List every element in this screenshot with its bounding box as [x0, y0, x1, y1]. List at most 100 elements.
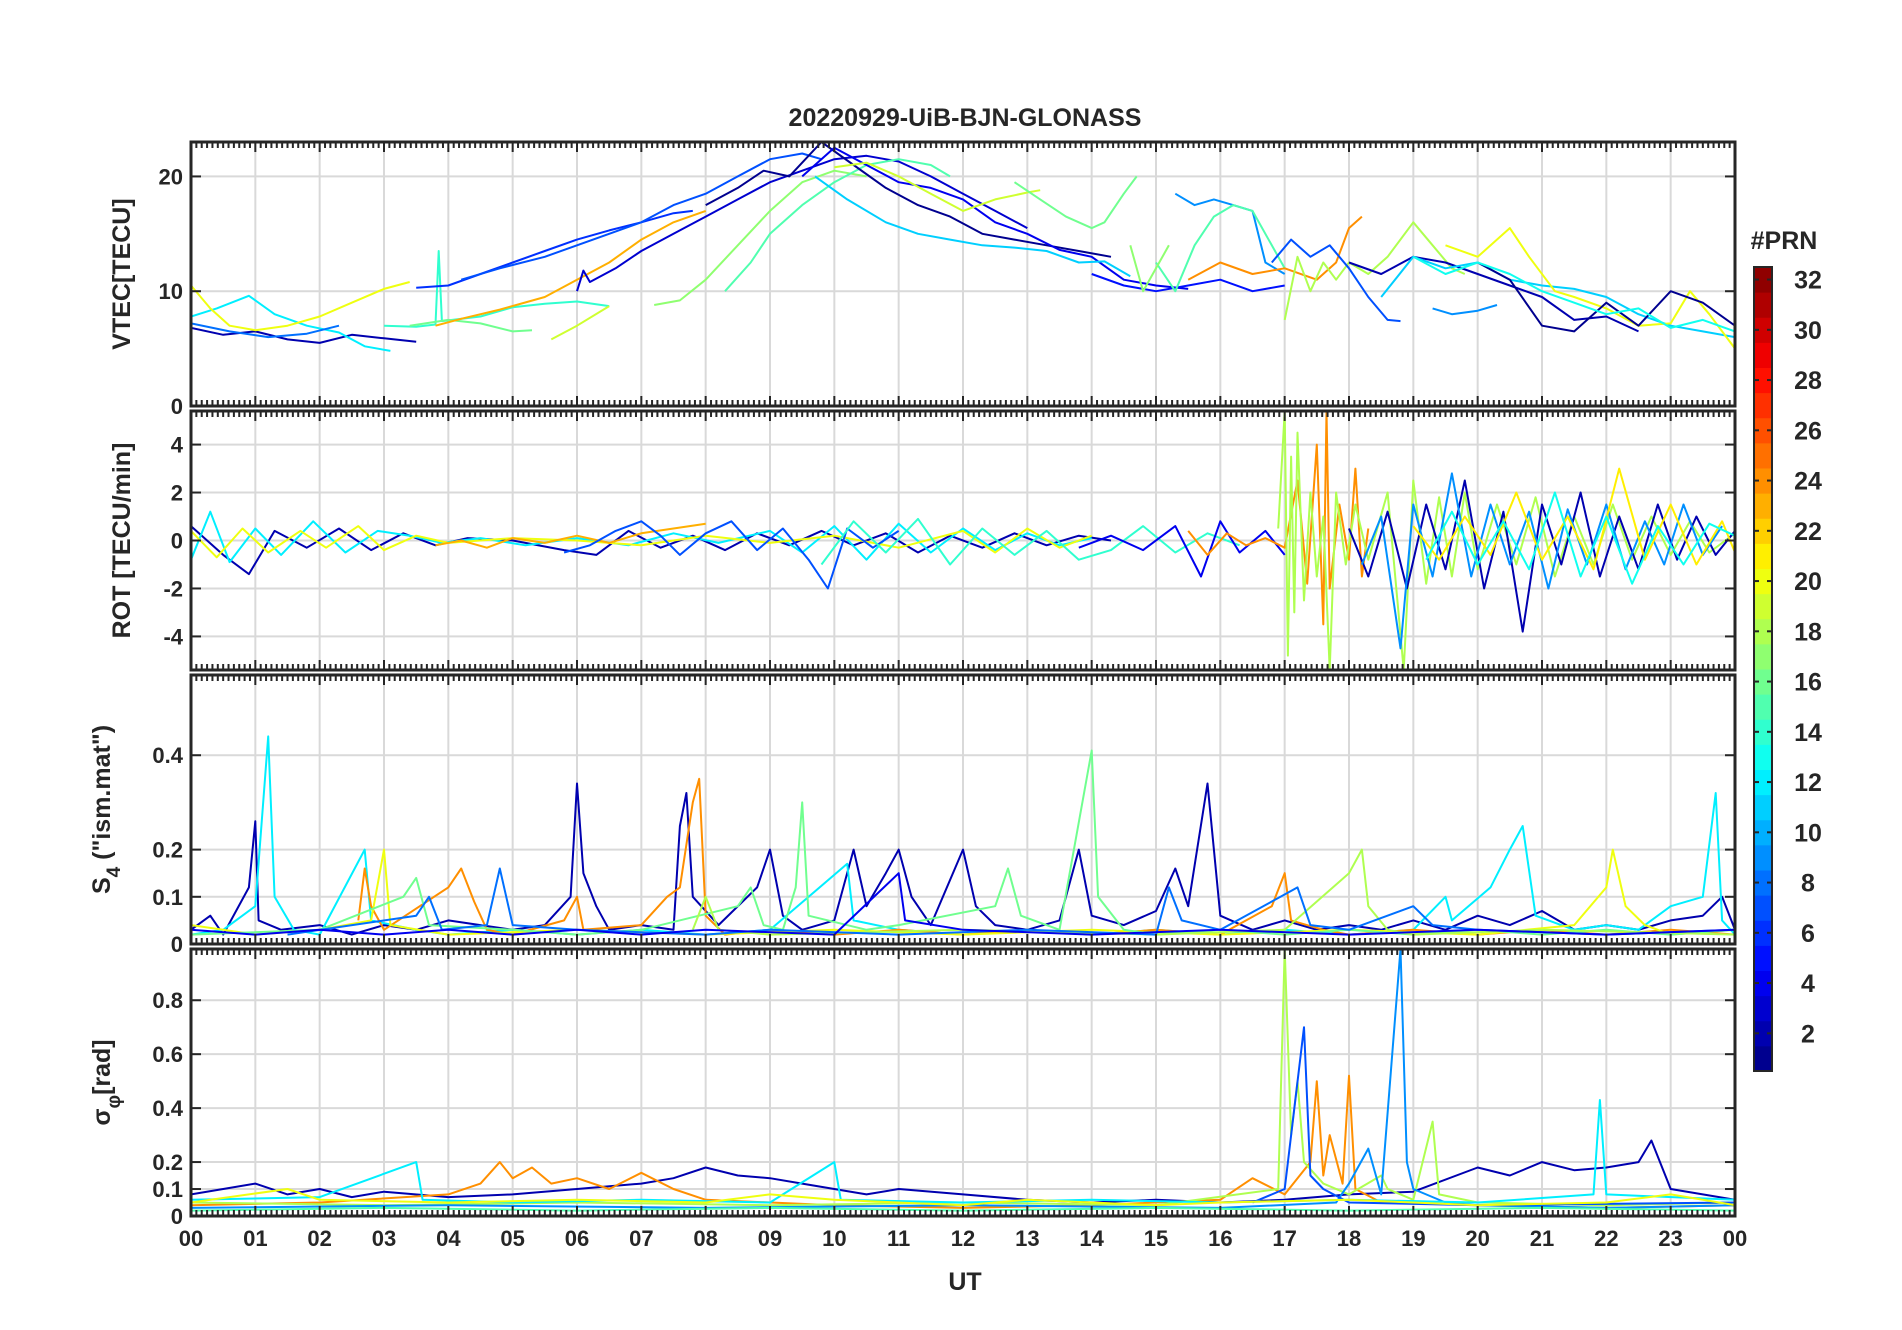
- x-tick-label: 20: [1465, 1226, 1489, 1251]
- series-line-prn-23: [435, 209, 707, 327]
- gridlines: [191, 949, 1735, 1216]
- colorbar-tick-label: 4: [1801, 970, 1815, 998]
- y-tick-label: 0.1: [152, 885, 183, 910]
- y-tick-label: 0: [171, 932, 183, 957]
- series-line-prn-12: [191, 294, 391, 352]
- y-tick-label: 4: [171, 433, 184, 458]
- colorbar-swatch: [1754, 844, 1772, 871]
- y-axis-label-rot: ROT [TECU/min]: [108, 443, 136, 639]
- y-axis-label-s4: S4 ("ism.mat"): [88, 725, 125, 894]
- x-tick-label: 17: [1272, 1226, 1296, 1251]
- y-tick-label: 0.8: [152, 988, 183, 1013]
- series-line-prn-9: [1174, 192, 1286, 275]
- colorbar-swatch: [1754, 543, 1772, 569]
- colorbar-swatch: [1754, 392, 1772, 419]
- y-tick-label: 0.4: [152, 743, 183, 768]
- x-tick-label: 23: [1658, 1226, 1682, 1251]
- series-line-prn-6: [416, 209, 693, 289]
- x-tick-label: 10: [822, 1226, 846, 1251]
- colorbar-swatch: [1754, 744, 1772, 770]
- y-tick-label: -2: [163, 576, 183, 601]
- chart: 20220929-UiB-BJN-GLONASS 01020VTEC[TECU]…: [88, 104, 1822, 1296]
- colorbar-swatch: [1754, 493, 1772, 519]
- x-tick-label: 22: [1594, 1226, 1618, 1251]
- colorbar-tick-label: 2: [1801, 1020, 1815, 1048]
- x-tick-label: 11: [887, 1226, 910, 1251]
- colorbar-tick-label: 22: [1794, 518, 1822, 546]
- colorbar-swatch: [1754, 694, 1772, 720]
- colorbar-swatch: [1754, 593, 1772, 620]
- x-tick-label: 12: [951, 1226, 975, 1251]
- series-line-prn-8: [191, 322, 340, 339]
- x-tick-label: 04: [436, 1226, 461, 1251]
- colorbar-tick-label: 14: [1794, 719, 1822, 747]
- x-tick-label: 08: [693, 1226, 717, 1251]
- y-tick-label: 0.2: [152, 838, 183, 863]
- panels: 0 10 20 VTEC[TECU] -4 -2 0 2 4 ROT [TECU/min] 0 0.1…: [88, 140, 1737, 1229]
- x-tick-label: 00: [1723, 1226, 1747, 1251]
- colorbar-tick-label: 26: [1794, 417, 1822, 445]
- colorbar-swatch: [1754, 643, 1772, 670]
- chart-title: 20220929-UiB-BJN-GLONASS: [789, 104, 1142, 132]
- colorbar-tick-label: 12: [1794, 769, 1822, 797]
- x-tick-label: 19: [1401, 1226, 1425, 1251]
- colorbar-swatch: [1754, 442, 1772, 469]
- series-line-prn-7: [563, 520, 900, 590]
- colorbar-tick-label: 10: [1794, 819, 1822, 847]
- y-tick-label: 0.6: [152, 1042, 183, 1067]
- x-axis: 00 01 02 03 04 05 06 07 08 09 10 11 12 13 14 15 16 17 18 19…: [179, 1226, 1747, 1251]
- x-tick-label: 00: [179, 1226, 203, 1251]
- series-line-prn-14: [820, 517, 1240, 566]
- x-tick-label: 07: [629, 1226, 653, 1251]
- x-tick-label: 18: [1337, 1226, 1361, 1251]
- colorbar: 2468101214161820222426283032: [1753, 266, 1822, 1072]
- x-tick-label: 06: [565, 1226, 589, 1251]
- colorbar-swatch: [1754, 995, 1772, 1022]
- y-tick-label: -4: [163, 624, 183, 649]
- gridlines: [191, 142, 1735, 406]
- series-line-prn-11: [814, 175, 1131, 278]
- series-line-prn-19: [550, 305, 610, 341]
- y-tick-label: 20: [159, 164, 183, 189]
- panel-rot: -4 -2 0 2 4 ROT [TECU/min]: [108, 409, 1737, 672]
- colorbar-tick-label: 6: [1801, 920, 1815, 948]
- series-line-prn-2: [191, 525, 1112, 576]
- y-tick-label: 2: [171, 481, 183, 506]
- colorbar-swatch: [1754, 895, 1772, 921]
- x-tick-label: 09: [758, 1226, 782, 1251]
- colorbar-tick-label: 28: [1794, 367, 1822, 395]
- colorbar-swatch: [1754, 1045, 1772, 1072]
- y-tick-label: 0: [171, 394, 183, 419]
- series-line-prn-16: [1013, 175, 1138, 230]
- series-line-prn-20: [1445, 227, 1735, 350]
- series-line-prn-14: [383, 250, 610, 328]
- y-tick-label: 0: [171, 529, 183, 554]
- colorbar-tick-label: 8: [1801, 870, 1815, 898]
- y-axis-label-sigma_phi: σφ[rad]: [88, 1039, 125, 1125]
- x-tick-label: 21: [1530, 1226, 1554, 1251]
- colorbar-tick-label: 32: [1794, 267, 1822, 295]
- colorbar-title: #PRN: [1751, 227, 1818, 255]
- colorbar-tick-label: 18: [1794, 618, 1822, 646]
- series-line-prn-9: [1432, 304, 1498, 316]
- colorbar-swatch: [1754, 292, 1772, 318]
- x-tick-label: 16: [1208, 1226, 1232, 1251]
- colorbar-tick-label: 20: [1794, 568, 1822, 596]
- panel-s4: 0 0.1 0.2 0.4 S4 ("ism.mat"): [88, 673, 1737, 957]
- colorbar-tick-label: 24: [1794, 468, 1822, 496]
- x-tick-label: 13: [1015, 1226, 1039, 1251]
- panel-sigma_phi: 00.10.20.40.60.8σφ[rad]: [88, 947, 1737, 1229]
- series-line-prn-15: [724, 158, 951, 292]
- x-tick-label: 02: [307, 1226, 331, 1251]
- colorbar-swatch: [1754, 945, 1772, 971]
- x-tick-label: 03: [372, 1226, 396, 1251]
- x-tick-label: 14: [1079, 1226, 1104, 1251]
- x-tick-label: 15: [1144, 1226, 1168, 1251]
- colorbar-swatch: [1754, 794, 1772, 821]
- panel-vtec: 0 10 20 VTEC[TECU]: [108, 140, 1737, 419]
- y-axis-label-vtec: VTEC[TECU]: [108, 198, 136, 349]
- y-tick-label: 0.4: [152, 1096, 183, 1121]
- y-tick-label: 10: [159, 279, 183, 304]
- x-axis-label: UT: [948, 1268, 981, 1296]
- colorbar-tick-label: 30: [1794, 317, 1822, 345]
